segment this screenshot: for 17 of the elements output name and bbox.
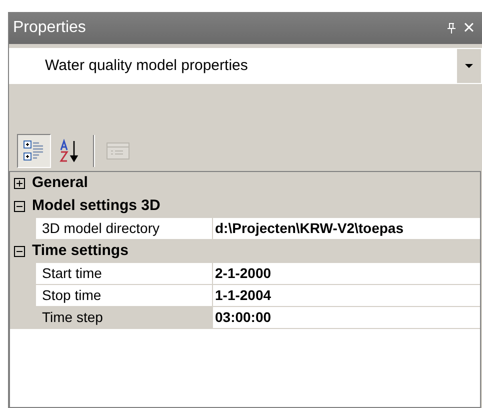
property-value[interactable]: d:\Projecten\KRW-V2\toepas <box>213 218 480 240</box>
category-row[interactable]: General <box>10 172 480 195</box>
close-button[interactable]: × <box>460 18 478 38</box>
property-value[interactable]: 1-1-2004 <box>213 285 480 307</box>
window-title: Properties <box>13 18 87 38</box>
selector-value: Water quality model properties <box>44 56 249 76</box>
category-name: Time settings <box>32 240 128 261</box>
category-name: Model settings 3D <box>32 196 160 216</box>
property-value[interactable]: 03:00:00 <box>213 307 480 329</box>
property-value[interactable]: 2-1-2000 <box>213 263 480 285</box>
property-name[interactable]: 3D model directory <box>36 218 212 240</box>
property-name[interactable]: Stop time <box>36 285 212 307</box>
property-name[interactable]: Start time <box>36 263 212 285</box>
category-row[interactable]: Model settings 3D <box>10 195 480 218</box>
object-selector[interactable]: Water quality model properties <box>9 48 482 84</box>
category-row[interactable]: Time settings <box>10 240 480 263</box>
category-name: General <box>32 172 88 193</box>
